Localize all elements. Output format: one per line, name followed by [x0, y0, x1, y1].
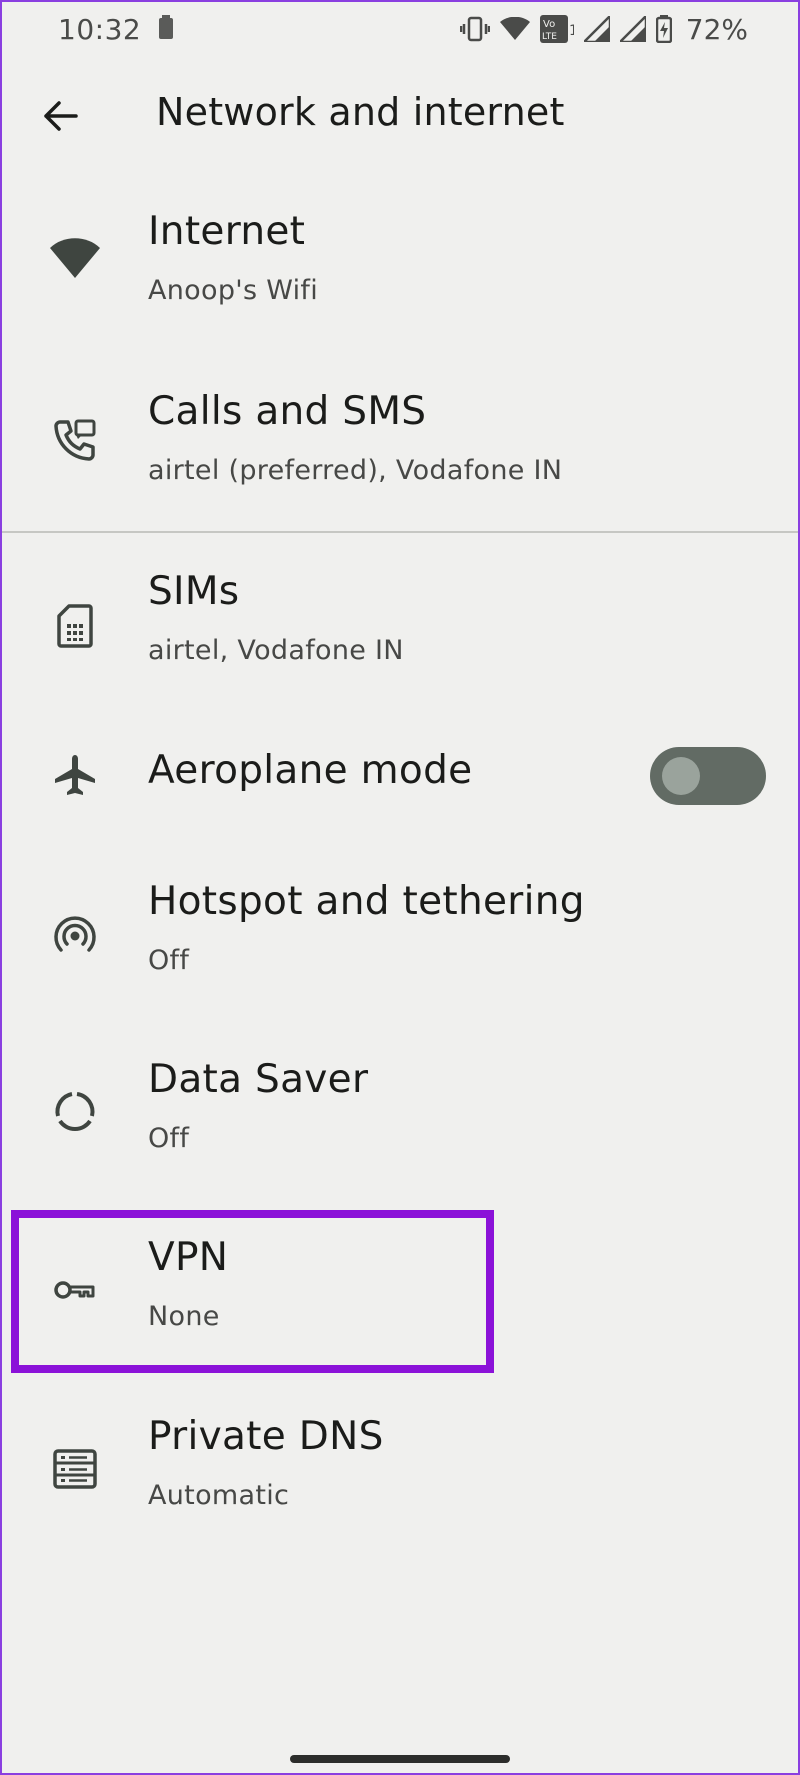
item-title: Calls and SMS	[148, 389, 427, 434]
battery-small-icon	[159, 15, 174, 43]
item-title: Private DNS	[148, 1414, 384, 1459]
aeroplane-mode-toggle[interactable]	[650, 747, 766, 805]
signal-icon	[583, 16, 610, 42]
item-subtitle: Automatic	[148, 1480, 290, 1511]
app-bar: Network and internet	[0, 70, 800, 162]
settings-item-data-saver[interactable]: Data Saver Off	[0, 1043, 800, 1173]
item-subtitle: Off	[148, 1123, 190, 1154]
svg-text:LTE: LTE	[542, 32, 557, 42]
sim-card-icon	[48, 599, 102, 653]
page-title: Network and internet	[156, 90, 565, 134]
item-subtitle: airtel, Vodafone IN	[148, 635, 404, 666]
settings-item-hotspot[interactable]: Hotspot and tethering Off	[0, 865, 800, 995]
svg-text:Vo: Vo	[543, 19, 555, 30]
settings-item-sims[interactable]: SIMs airtel, Vodafone IN	[0, 553, 800, 683]
svg-text:1: 1	[569, 23, 574, 39]
key-icon	[48, 1263, 102, 1317]
battery-charging-icon	[655, 15, 672, 43]
wifi-icon	[499, 17, 530, 41]
item-subtitle: Anoop's Wifi	[148, 275, 319, 306]
status-time: 10:32	[58, 12, 142, 46]
gesture-nav-handle[interactable]	[290, 1755, 510, 1763]
dns-icon	[48, 1442, 102, 1496]
arrow-back-icon	[44, 101, 78, 131]
item-title: Hotspot and tethering	[148, 879, 585, 924]
vibrate-icon	[459, 16, 490, 42]
item-subtitle: Off	[148, 945, 190, 976]
settings-item-internet[interactable]: Internet Anoop's Wifi	[0, 195, 800, 325]
settings-item-private-dns[interactable]: Private DNS Automatic	[0, 1400, 800, 1530]
toggle-knob	[662, 757, 700, 795]
item-title: SIMs	[148, 569, 240, 614]
hotspot-icon	[48, 907, 102, 961]
back-button[interactable]	[30, 86, 90, 146]
item-title: Aeroplane mode	[148, 748, 473, 793]
battery-percent: 72%	[685, 12, 748, 46]
section-divider	[0, 531, 800, 533]
phone-icon	[48, 413, 102, 467]
item-title: VPN	[148, 1235, 229, 1280]
signal-icon	[619, 16, 646, 42]
data-saver-icon	[48, 1085, 102, 1139]
airplane-icon	[48, 748, 102, 802]
item-title: Internet	[148, 209, 306, 254]
volte-icon: Vo LTE 1	[539, 15, 574, 43]
settings-item-calls-sms[interactable]: Calls and SMS airtel (preferred), Vodafo…	[0, 375, 800, 505]
settings-item-vpn[interactable]: VPN None	[0, 1221, 800, 1351]
wifi-icon	[48, 231, 102, 285]
status-bar: 10:32 Vo LTE 1 72%	[0, 0, 800, 58]
item-subtitle: airtel (preferred), Vodafone IN	[148, 455, 563, 486]
item-title: Data Saver	[148, 1057, 369, 1102]
item-subtitle: None	[148, 1301, 220, 1332]
